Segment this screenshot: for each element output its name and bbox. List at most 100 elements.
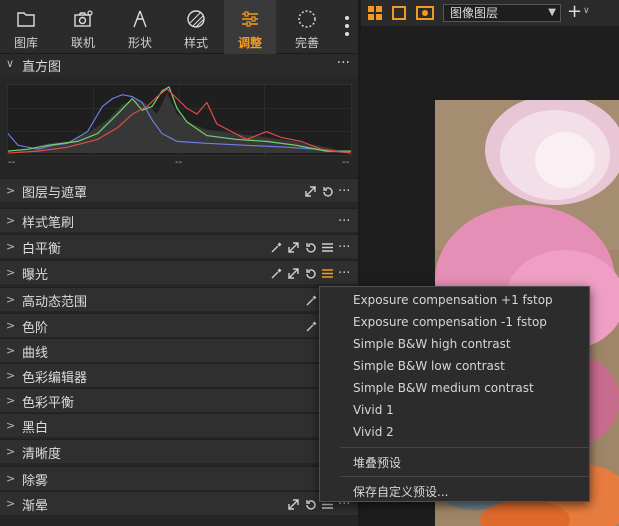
menu-item-preset[interactable]: Simple B&W high contrast	[353, 337, 511, 351]
chevron-right-icon: >	[6, 240, 16, 253]
tab-label: 联机	[70, 36, 95, 50]
tool-white-balance[interactable]: > 白平衡 ···	[0, 234, 358, 258]
tool-label: 黑白	[22, 421, 49, 436]
tool-levels[interactable]: > 色阶	[0, 313, 358, 337]
chevron-down-icon: ▼	[548, 7, 556, 18]
add-icon[interactable]: +	[567, 1, 582, 23]
eyedropper-icon[interactable]	[270, 241, 283, 254]
tab-tether[interactable]: 联机	[57, 0, 109, 54]
tool-label: 高动态范围	[22, 295, 88, 310]
menu-item-preset[interactable]: Vivid 2	[353, 425, 394, 439]
reset-icon[interactable]	[304, 241, 317, 254]
histogram-header[interactable]: ∨ 直方图 ···	[0, 54, 358, 76]
menu-item-preset[interactable]: Exposure compensation -1 fstop	[353, 315, 547, 329]
chevron-down-icon: ∨	[6, 57, 15, 70]
more-options-icon[interactable]: ···	[338, 215, 352, 228]
tab-library[interactable]: 图库	[0, 0, 52, 54]
chevron-right-icon: >	[6, 319, 16, 332]
tab-refine[interactable]: 完善	[281, 0, 333, 54]
presets-icon[interactable]	[321, 241, 334, 254]
tool-clarity[interactable]: > 清晰度	[0, 439, 358, 463]
tab-label: 样式	[183, 36, 208, 50]
expand-icon[interactable]	[287, 498, 300, 511]
chevron-right-icon: >	[6, 184, 16, 197]
chevron-right-icon: >	[6, 394, 16, 407]
histogram-label-mid: --	[175, 157, 183, 168]
tool-label: 色彩平衡	[22, 396, 75, 411]
chevron-right-icon: >	[6, 419, 16, 432]
tool-label: 清晰度	[22, 447, 62, 462]
tool-label: 曝光	[22, 268, 49, 283]
eyedropper-icon[interactable]	[305, 320, 318, 333]
chevron-right-icon: >	[6, 214, 16, 227]
chevron-right-icon: >	[6, 445, 16, 458]
histogram-title: 直方图	[22, 60, 62, 75]
tool-label: 曲线	[22, 346, 49, 361]
folder-icon	[17, 12, 35, 27]
menu-item-preset[interactable]: Vivid 1	[353, 403, 394, 417]
menu-item-preset[interactable]: Exposure compensation +1 fstop	[353, 293, 553, 307]
menu-divider	[340, 447, 590, 448]
menu-item-preset[interactable]: Simple B&W medium contrast	[353, 381, 534, 395]
chevron-right-icon: >	[6, 266, 16, 279]
tool-vignette[interactable]: > 渐晕 ···	[0, 491, 358, 515]
more-options-icon[interactable]: ···	[338, 241, 352, 254]
more-tabs-icon[interactable]	[344, 14, 350, 38]
tab-style[interactable]: 样式	[170, 0, 222, 54]
chevron-right-icon: >	[6, 293, 16, 306]
tool-label: 图层与遮罩	[22, 186, 88, 201]
tool-style-brush[interactable]: > 样式笔刷 ···	[0, 208, 358, 232]
expand-icon[interactable]	[304, 185, 317, 198]
style-icon	[187, 10, 205, 28]
tool-curve[interactable]: > 曲线	[0, 338, 358, 362]
tool-label: 色彩编辑器	[22, 371, 88, 386]
tool-exposure[interactable]: > 曝光 ···	[0, 260, 358, 284]
expand-icon[interactable]	[287, 267, 300, 280]
more-options-icon[interactable]: ···	[337, 55, 350, 71]
tool-label: 白平衡	[22, 242, 62, 257]
eyedropper-icon[interactable]	[270, 267, 283, 280]
image-layer-select[interactable]: 图像图层 ▼	[443, 4, 561, 22]
tab-label: 形状	[127, 36, 152, 50]
single-view-icon[interactable]	[392, 6, 406, 20]
presets-icon[interactable]	[321, 267, 334, 280]
chevron-right-icon: >	[6, 472, 16, 485]
tab-label: 完善	[294, 36, 319, 50]
tool-label: 样式笔刷	[22, 216, 75, 231]
shape-icon	[133, 10, 147, 28]
image-layer-select-value: 图像图层	[450, 6, 499, 20]
eye-icon[interactable]	[416, 6, 434, 20]
expand-icon[interactable]	[287, 241, 300, 254]
tool-panel: 图库 联机 形状 样式 调整 完善 ∨ 直方图 ··· -- -- -- > 图…	[0, 0, 358, 526]
tool-hdr[interactable]: > 高动态范围	[0, 287, 358, 311]
tool-color-editor[interactable]: > 色彩编辑器	[0, 363, 358, 387]
sliders-icon	[242, 11, 258, 27]
tab-shape[interactable]: 形状	[114, 0, 166, 54]
more-options-icon[interactable]: ···	[338, 267, 352, 280]
reset-icon[interactable]	[321, 185, 334, 198]
chevron-right-icon: >	[6, 344, 16, 357]
menu-item-stack-presets[interactable]: 堆叠预设	[353, 454, 401, 471]
tab-adjust[interactable]: 调整	[224, 0, 276, 54]
tool-label: 除雾	[22, 474, 49, 489]
tool-label: 渐晕	[22, 499, 49, 514]
menu-item-save-preset[interactable]: 保存自定义预设...	[353, 483, 448, 500]
reset-icon[interactable]	[304, 498, 317, 511]
presets-menu: Exposure compensation +1 fstop Exposure …	[319, 286, 590, 502]
tool-black-white[interactable]: > 黑白	[0, 413, 358, 437]
tool-color-balance[interactable]: > 色彩平衡	[0, 388, 358, 412]
tool-label: 色阶	[22, 321, 49, 336]
viewer-toolbar: 图像图层 ▼ + ∨	[361, 0, 619, 26]
histogram-label-right: --	[342, 157, 350, 168]
chevron-down-icon[interactable]: ∨	[583, 6, 590, 16]
reset-icon[interactable]	[304, 267, 317, 280]
tool-dehaze[interactable]: > 除雾	[0, 466, 358, 490]
histogram-chart	[7, 84, 352, 156]
grid-view-icon[interactable]	[368, 6, 382, 20]
tab-label: 调整	[237, 36, 262, 50]
menu-item-preset[interactable]: Simple B&W low contrast	[353, 359, 505, 373]
tool-layers-masks[interactable]: > 图层与遮罩 ···	[0, 178, 358, 202]
more-options-icon[interactable]: ···	[338, 185, 352, 198]
eyedropper-icon[interactable]	[305, 294, 318, 307]
histogram-labels: -- -- --	[0, 157, 358, 171]
